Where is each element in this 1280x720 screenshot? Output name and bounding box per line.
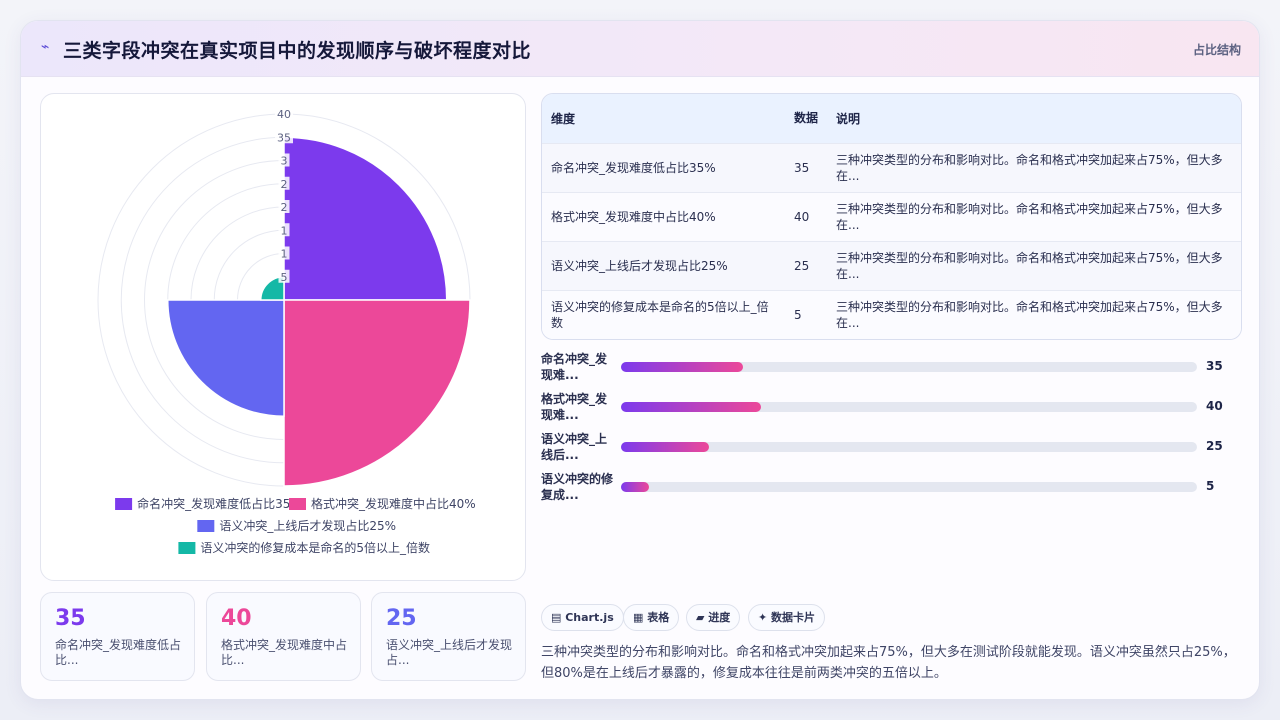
progress-track (621, 442, 1197, 452)
table-row: 命名冲突_发现难度低占比35% 35 三种冲突类型的分布和影响对比。命名和格式冲… (542, 142, 1241, 192)
progress-label: 命名冲突_发现难... (541, 352, 608, 382)
legend-swatch (178, 542, 196, 554)
polar-wedge[interactable] (283, 136, 448, 301)
stat-card-semantic: 25 语义冲突_上线后才发现占... (371, 592, 526, 681)
progress-label: 格式冲突_发现难... (541, 392, 608, 422)
legend-label: 格式冲突_发现难度中占比40% (311, 496, 476, 511)
chip-chartjs[interactable]: ▤ Chart.js (541, 604, 624, 631)
legend-swatch (289, 498, 306, 510)
dashboard-card: ⌁ 三类字段冲突在真实项目中的发现顺序与破坏程度对比 占比结构 5 1 1 2 2 3 35… (20, 20, 1260, 700)
polar-area-chart: 5 1 1 2 2 3 35 40 命名冲突_发现难度低占比35% 格式冲突_发现难度中占比40%… (97, 107, 476, 555)
cell-value: 40 (785, 191, 827, 241)
polar-chart-panel: 5 1 1 2 2 3 35 40 命名冲突_发现难度低占比35% 格式冲突_发现难度中占比40%… (40, 93, 526, 581)
summary-text: 三种冲突类型的分布和影响对比。命名和格式冲突加起来占75%，但大多在测试阶段就能… (541, 645, 1236, 681)
cell-dimension: 语义冲突的修复成本是命名的5倍以上_倍数 (542, 289, 785, 339)
r-tick-label: 40 (277, 108, 291, 121)
progress-row: 语义冲突的修复成... 5 (541, 471, 1242, 505)
progress-label: 语义冲突的修复成... (541, 472, 614, 502)
stat-value: 35 (55, 606, 86, 631)
column-header-data: 数据 (785, 94, 827, 143)
stat-card-naming: 35 命名冲突_发现难度低占比... (40, 592, 195, 681)
legend-label: 语义冲突_上线后才发现占比25% (219, 518, 396, 533)
bolt-icon: ⌁ (41, 39, 50, 55)
progress-value: 25 (1206, 439, 1223, 453)
progress-fill (621, 362, 744, 372)
chip-table[interactable]: ▦ 表格 (623, 604, 680, 631)
table-row: 格式冲突_发现难度中占比40% 40 三种冲突类型的分布和影响对比。命名和格式冲… (542, 191, 1241, 241)
stat-label: 格式冲突_发现难度中占比... (221, 638, 348, 667)
progress-row: 格式冲突_发现难... 40 (541, 391, 1242, 425)
legend-label: 命名冲突_发现难度低占比35% (137, 496, 302, 511)
cell-dimension: 语义冲突_上线后才发现占比25% (542, 240, 785, 290)
progress-row: 语义冲突_上线后... 25 (541, 431, 1242, 465)
stat-card-format: 40 格式冲突_发现难度中占比... (206, 592, 361, 681)
header-tag: 占比结构 (1192, 43, 1241, 57)
polar-wedge[interactable] (283, 299, 471, 487)
chip-data-card[interactable]: ✦ 数据卡片 (748, 604, 826, 631)
cell-value: 25 (785, 240, 827, 290)
progress-label: 语义冲突_上线后... (541, 432, 608, 462)
cell-value: 35 (785, 142, 827, 192)
cell-note: 三种冲突类型的分布和影响对比。命名和格式冲突加起来占75%，但大多在... (827, 142, 1241, 192)
r-tick-label: 3 (281, 155, 288, 168)
stat-value: 40 (221, 606, 252, 631)
progress-row: 命名冲突_发现难... 35 (541, 351, 1242, 385)
cell-value: 5 (785, 289, 827, 339)
r-tick-label: 2 (281, 201, 288, 214)
header-bar: ⌁ 三类字段冲突在真实项目中的发现顺序与破坏程度对比 占比结构 (21, 21, 1259, 77)
stat-value: 25 (386, 606, 417, 631)
progress-track (621, 362, 1197, 372)
progress-value: 35 (1206, 359, 1223, 373)
progress-fill (621, 402, 762, 412)
table-row: 语义冲突_上线后才发现占比25% 25 三种冲突类型的分布和影响对比。命名和格式… (542, 240, 1241, 290)
cell-note: 三种冲突类型的分布和影响对比。命名和格式冲突加起来占75%，但大多在... (827, 191, 1241, 241)
legend-label: 语义冲突的修复成本是命名的5倍以上_倍数 (200, 540, 430, 555)
table-header-row: 维度 数据 说明 (542, 94, 1241, 143)
progress-track (621, 482, 1197, 492)
column-header-note: 说明 (827, 94, 1241, 143)
cell-dimension: 格式冲突_发现难度中占比40% (542, 191, 785, 241)
legend-swatch (115, 498, 133, 510)
data-table: 维度 数据 说明 命名冲突_发现难度低占比35% 35 三种冲突类型的分布和影响… (541, 93, 1242, 340)
chip-label: 表格 (647, 611, 670, 624)
chip-label: Chart.js (565, 611, 614, 624)
legend-swatch (197, 520, 215, 532)
stat-label: 语义冲突_上线后才发现占... (386, 638, 513, 667)
r-tick-label: 35 (277, 131, 291, 144)
r-tick-label: 1 (281, 224, 288, 237)
chip-label: 进度 (708, 611, 731, 624)
r-tick-label: 1 (281, 248, 288, 261)
cell-note: 三种冲突类型的分布和影响对比。命名和格式冲突加起来占75%，但大多在... (827, 240, 1241, 290)
column-header-dimension: 维度 (542, 94, 785, 143)
progress-value: 5 (1206, 479, 1215, 493)
r-tick-label: 5 (281, 271, 288, 284)
page-title: 三类字段冲突在真实项目中的发现顺序与破坏程度对比 (63, 40, 532, 62)
progress-track (621, 402, 1197, 412)
table-row: 语义冲突的修复成本是命名的5倍以上_倍数 5 三种冲突类型的分布和影响对比。命名… (542, 289, 1241, 339)
chip-label: 数据卡片 (771, 611, 816, 624)
r-tick-label: 2 (281, 178, 288, 191)
stat-label: 命名冲突_发现难度低占比... (55, 638, 182, 667)
cell-dimension: 命名冲突_发现难度低占比35% (542, 142, 785, 192)
cell-note: 三种冲突类型的分布和影响对比。命名和格式冲突加起来占75%，但大多在... (827, 289, 1241, 339)
progress-fill (621, 442, 709, 452)
progress-value: 40 (1206, 399, 1223, 413)
chip-progress[interactable]: ▰ 进度 (686, 604, 741, 631)
progress-fill (621, 482, 649, 492)
